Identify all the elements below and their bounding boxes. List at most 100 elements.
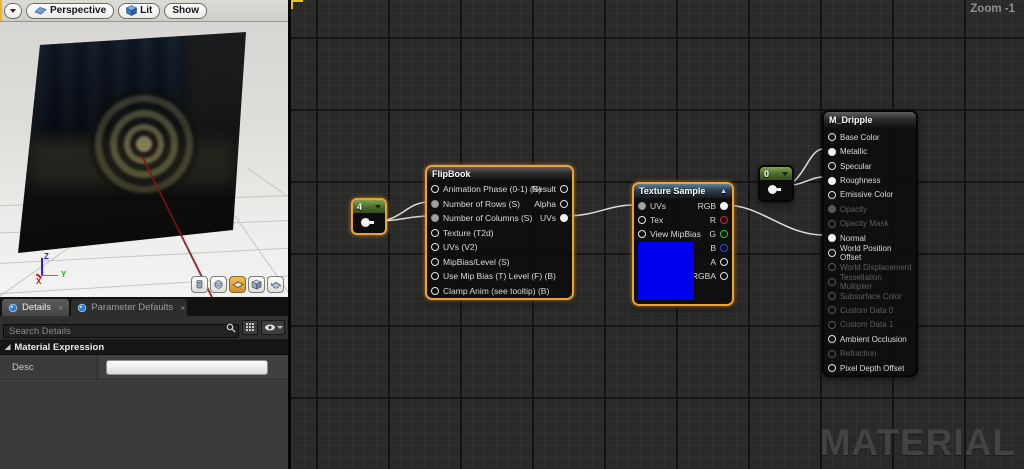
display-filter-button[interactable] [242, 320, 258, 335]
b-pin[interactable] [720, 244, 728, 252]
number-of-columns-s-pin[interactable] [431, 214, 439, 222]
opacity-pin[interactable] [828, 205, 836, 213]
ambient-occlusion-pin[interactable] [828, 335, 836, 343]
close-icon[interactable]: × [58, 303, 63, 313]
material-graph-canvas[interactable]: Zoom -1 MATERIAL 4 FlipBook [291, 0, 1024, 469]
pin-label: Texture (T2d) [443, 228, 494, 238]
pixel-depth-offset-pin[interactable] [828, 364, 836, 372]
node-title: FlipBook [432, 169, 471, 179]
lit-button[interactable]: Lit [118, 3, 160, 19]
result-pin[interactable] [560, 185, 568, 193]
animation-phase-0-1-s-pin[interactable] [431, 185, 439, 193]
subsurface-color-pin[interactable] [828, 292, 836, 300]
flipbook-node[interactable]: FlipBook Animation Phase (0-1) (S)Number… [425, 165, 574, 300]
pin-label: UVs [650, 201, 666, 211]
close-icon[interactable]: × [180, 303, 185, 313]
constant-0-node[interactable]: 0 [758, 165, 794, 202]
tex-pin[interactable] [638, 216, 646, 224]
pin-label: Result [532, 184, 556, 194]
tessellation-multiplier-pin[interactable] [828, 278, 836, 286]
uvs-pin[interactable] [638, 202, 646, 210]
view-mipbias-pin[interactable] [638, 230, 646, 238]
use-mip-bias-t-level-f-b-pin[interactable] [431, 272, 439, 280]
expand-triangle-icon: ◢ [5, 344, 10, 351]
pin-row: Opacity Mask [826, 217, 916, 231]
pin-label: Number of Rows (S) [443, 199, 520, 209]
pin-row: Custom Data 0 [826, 303, 916, 317]
material-editor-window: Perspective Lit Show [0, 0, 1024, 469]
search-details-input[interactable] [3, 324, 239, 338]
mipbias-level-s-pin[interactable] [431, 258, 439, 266]
metallic-pin[interactable] [828, 148, 836, 156]
alpha-pin[interactable] [560, 200, 568, 208]
texture-sample-node[interactable]: Texture Sample ▲ UVsTexView MipBias RGBR… [632, 182, 734, 306]
pin-row: Refraction [826, 347, 916, 361]
rgb-pin[interactable] [720, 202, 728, 210]
node-title: M_Dripple [829, 115, 873, 125]
section-title: Material Expression [14, 342, 104, 353]
pin-label: Number of Columns (S) [443, 213, 532, 223]
wire-rgb-to-normal [725, 205, 823, 235]
viewport-options-button[interactable] [4, 3, 22, 19]
base-color-pin[interactable] [828, 133, 836, 141]
uvs-pin[interactable] [560, 214, 568, 222]
pin-row: Texture (T2d) [429, 226, 558, 241]
rgba-pin[interactable] [720, 272, 728, 280]
desc-input[interactable] [106, 360, 268, 375]
z-axis-label: Z [44, 252, 49, 261]
zoom-level-label: Zoom -1 [970, 3, 1015, 15]
plane-shape-button[interactable] [229, 276, 246, 293]
show-button[interactable]: Show [164, 3, 207, 19]
normal-pin[interactable] [828, 234, 836, 242]
pin-label: Custom Data 0 [840, 306, 893, 315]
world-displacement-pin[interactable] [828, 263, 836, 271]
specular-pin[interactable] [828, 162, 836, 170]
collapse-icon[interactable]: ▲ [720, 188, 727, 195]
clamp-anim-see-tooltip-b-pin[interactable] [431, 287, 439, 295]
chevron-down-icon [10, 9, 16, 13]
desc-property-row: Desc [0, 355, 288, 380]
material-expression-section[interactable]: ◢ Material Expression [0, 340, 288, 355]
eye-icon [264, 323, 276, 332]
pin-row: RGBA [690, 269, 730, 283]
plane-icon [232, 279, 244, 290]
emissive-color-pin[interactable] [828, 191, 836, 199]
pin-row: Pixel Depth Offset [826, 361, 916, 375]
material-result-node[interactable]: M_Dripple Base ColorMetallicSpecularRoug… [822, 110, 918, 377]
view-options-button[interactable] [261, 320, 285, 335]
refraction-pin[interactable] [828, 350, 836, 358]
viewport-toolbar: Perspective Lit Show [0, 0, 288, 22]
r-pin[interactable] [720, 216, 728, 224]
cylinder-icon [194, 279, 205, 290]
constant-4-node[interactable]: 4 [351, 198, 387, 235]
details-empty-area [0, 380, 288, 469]
grid-view-icon [246, 323, 255, 332]
g-pin[interactable] [720, 230, 728, 238]
pin-row: Alpha [530, 197, 570, 212]
tab-details[interactable]: Details × [2, 299, 69, 316]
roughness-pin[interactable] [828, 177, 836, 185]
teapot-shape-button[interactable] [267, 276, 284, 293]
constant-output-pin[interactable] [361, 218, 370, 227]
cube-shape-button[interactable] [248, 276, 265, 293]
pin-label: Use Mip Bias (T) Level (F) (B) [443, 271, 556, 281]
pin-row: Specular [826, 159, 916, 173]
tab-parameter-defaults[interactable]: Parameter Defaults × [71, 299, 187, 316]
texture-t2d-pin[interactable] [431, 229, 439, 237]
perspective-button[interactable]: Perspective [26, 3, 114, 19]
constant-output-pin[interactable] [768, 185, 777, 194]
number-of-rows-s-pin[interactable] [431, 200, 439, 208]
opacity-mask-pin[interactable] [828, 220, 836, 228]
pin-label: MipBias/Level (S) [443, 257, 510, 267]
input-pins: Base ColorMetallicSpecularRoughnessEmiss… [826, 130, 916, 375]
pin-label: Ambient Occlusion [840, 335, 907, 344]
uvs-v2-pin[interactable] [431, 243, 439, 251]
a-pin[interactable] [720, 258, 728, 266]
preview-viewport[interactable]: Z Y X [0, 22, 288, 297]
world-position-offset-pin[interactable] [828, 249, 836, 257]
custom-data-0-pin[interactable] [828, 306, 836, 314]
custom-data-1-pin[interactable] [828, 321, 836, 329]
pin-label: Opacity [840, 205, 867, 214]
cylinder-shape-button[interactable] [191, 276, 208, 293]
sphere-shape-button[interactable] [210, 276, 227, 293]
